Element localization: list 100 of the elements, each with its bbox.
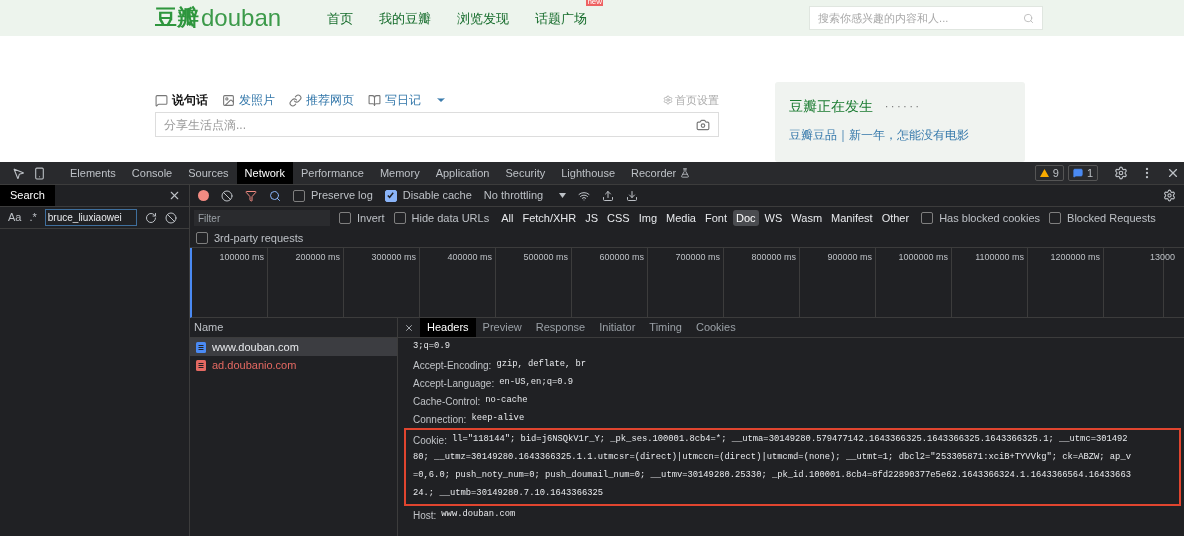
new-badge: new bbox=[586, 0, 604, 6]
record-button[interactable] bbox=[198, 190, 209, 201]
flask-icon bbox=[680, 168, 691, 178]
nav-link[interactable]: 我的豆瓣 bbox=[379, 11, 432, 26]
resource-type-filter[interactable]: Fetch/XHR bbox=[519, 210, 580, 226]
card-dots: · · · · · · bbox=[885, 100, 919, 114]
timeline-tick: 900000 ms bbox=[827, 251, 872, 263]
nav-link[interactable]: 首页 bbox=[327, 11, 354, 26]
speech-bubble-icon bbox=[155, 93, 168, 107]
header-name: Accept-Language: bbox=[413, 376, 495, 391]
camera-icon[interactable] bbox=[696, 117, 710, 132]
resource-type-filter[interactable]: All bbox=[498, 210, 517, 226]
nav-link[interactable]: 话题广场 bbox=[535, 11, 588, 26]
checkmark-icon bbox=[386, 191, 396, 200]
checkbox[interactable] bbox=[393, 212, 406, 224]
resource-type-filter[interactable]: CSS bbox=[604, 210, 633, 226]
devtools-tab[interactable]: Memory bbox=[371, 162, 428, 184]
devtools-tab[interactable]: Network bbox=[236, 162, 293, 184]
devtools-tab[interactable]: Sources bbox=[180, 162, 237, 184]
inspect-icon[interactable] bbox=[12, 166, 25, 180]
network-conditions-icon[interactable] bbox=[578, 189, 591, 202]
messages-badge[interactable]: 1 bbox=[1067, 165, 1098, 181]
devtools-tab[interactable]: Recorder bbox=[623, 162, 699, 184]
header-value: ll="118144"; bid=j6NSQkV1r_Y; _pk_ses.100001.8cb4=*; __utma=30149280.579477142.1643366325.1643366325.1643366325.1; __utmc=301492 bbox=[451, 433, 1128, 447]
checkbox[interactable] bbox=[339, 212, 351, 224]
match-case-toggle[interactable]: Aa bbox=[8, 209, 22, 226]
checkbox[interactable] bbox=[293, 189, 305, 202]
resource-type-filter[interactable]: JS bbox=[582, 210, 602, 226]
resource-type-filter[interactable]: Manifest bbox=[828, 210, 876, 226]
post-tab[interactable]: 推荐网页 bbox=[289, 91, 354, 109]
timeline-tick: 600000 ms bbox=[599, 251, 644, 263]
caret-icon bbox=[559, 193, 567, 198]
header-value: =0,6.0; push_noty_num=0; push_doumail_num=0; __utmv=30149280.25330; _pk_id.100001.8cb4=8fd22890377e5e62.1643366324.1.1643366564.16433663 bbox=[413, 469, 1131, 483]
header-value: www.douban.com bbox=[441, 508, 516, 522]
post-placeholder: 分享生活点滴... bbox=[164, 116, 246, 134]
column-header[interactable]: Name bbox=[194, 319, 224, 336]
search-tab[interactable]: Search bbox=[0, 185, 55, 206]
devtools-tab[interactable]: Console bbox=[123, 162, 181, 184]
devtools-tab[interactable]: Performance bbox=[292, 162, 372, 184]
header-value: 24.; __utmb=30149280.7.10.1643366325 bbox=[413, 487, 604, 501]
resource-type-filter[interactable]: Font bbox=[702, 210, 730, 226]
nav-link[interactable]: 浏览发现 bbox=[457, 11, 510, 26]
logo-wordmark: douban bbox=[201, 6, 282, 30]
request-name: www.douban.com bbox=[212, 339, 299, 355]
device-icon[interactable] bbox=[33, 166, 46, 180]
post-tab[interactable]: 发照片 bbox=[222, 91, 275, 109]
export-icon[interactable] bbox=[626, 189, 639, 202]
header-value: en-US,en;q=0.9 bbox=[499, 376, 574, 390]
devtools-tab[interactable]: Lighthouse bbox=[553, 162, 624, 184]
close-icon[interactable] bbox=[404, 322, 414, 333]
detail-tab[interactable]: Preview bbox=[475, 318, 529, 337]
filter-input[interactable]: Filter bbox=[194, 210, 330, 226]
clear-icon[interactable] bbox=[221, 189, 233, 202]
regex-toggle[interactable]: .* bbox=[29, 209, 37, 226]
checkbox[interactable] bbox=[196, 232, 208, 244]
request-row[interactable]: www.douban.com bbox=[190, 338, 397, 356]
resource-type-filter[interactable]: WS bbox=[761, 210, 786, 226]
timeline-tick: 100000 ms bbox=[219, 251, 264, 263]
settings-icon[interactable] bbox=[1163, 189, 1176, 202]
detail-tab[interactable]: Headers bbox=[420, 318, 476, 337]
resource-type-filter[interactable]: Doc bbox=[733, 210, 759, 226]
timeline-tick: 700000 ms bbox=[675, 251, 720, 263]
detail-tab[interactable]: Initiator bbox=[592, 318, 643, 337]
header-name: Cookie: bbox=[413, 433, 447, 448]
search-icon[interactable] bbox=[269, 189, 281, 202]
search-placeholder: 搜索你感兴趣的内容和人... bbox=[818, 10, 949, 26]
checkbox[interactable] bbox=[1049, 212, 1062, 224]
post-tab[interactable]: 写日记 bbox=[368, 91, 421, 109]
checkbox[interactable] bbox=[921, 212, 934, 224]
devtools-tab[interactable]: Application bbox=[427, 162, 498, 184]
timeline-tick: 300000 ms bbox=[371, 251, 416, 263]
devtools-tab[interactable]: Security bbox=[497, 162, 554, 184]
filter-icon[interactable] bbox=[245, 189, 257, 202]
resource-type-filter[interactable]: Wasm bbox=[788, 210, 826, 226]
refresh-icon[interactable] bbox=[144, 211, 157, 224]
resource-type-filter[interactable]: Img bbox=[635, 210, 660, 226]
search-icon bbox=[1023, 12, 1035, 24]
devtools-tab[interactable]: Elements bbox=[62, 162, 124, 184]
search-input[interactable]: bruce_liuxiaowei bbox=[44, 209, 137, 226]
checkbox-label: Invert bbox=[357, 210, 385, 226]
clear-icon[interactable] bbox=[164, 211, 177, 224]
close-icon[interactable] bbox=[1166, 166, 1180, 180]
resource-type-filter[interactable]: Other bbox=[878, 210, 913, 226]
close-icon[interactable] bbox=[168, 189, 181, 202]
post-tab[interactable]: 说句话 bbox=[155, 91, 208, 109]
timeline-tick: 1200000 ms bbox=[1050, 251, 1100, 263]
book-icon bbox=[368, 93, 381, 107]
throttling-dropdown[interactable]: No throttling bbox=[483, 187, 567, 204]
detail-tab[interactable]: Response bbox=[528, 318, 593, 337]
header-name: Host: bbox=[413, 508, 437, 523]
request-name: ad.doubanio.com bbox=[212, 357, 297, 373]
detail-tab[interactable]: Timing bbox=[642, 318, 689, 337]
warnings-badge[interactable]: 9 bbox=[1034, 165, 1064, 181]
import-icon[interactable] bbox=[602, 189, 615, 202]
checkbox[interactable] bbox=[384, 189, 397, 202]
detail-tab[interactable]: Cookies bbox=[688, 318, 743, 337]
card-link[interactable]: 豆瓣豆品｜新一年，怎能没有电影 bbox=[789, 126, 1011, 144]
settings-icon[interactable] bbox=[1114, 166, 1128, 180]
request-row[interactable]: ad.doubanio.com bbox=[190, 356, 397, 374]
resource-type-filter[interactable]: Media bbox=[663, 210, 699, 226]
